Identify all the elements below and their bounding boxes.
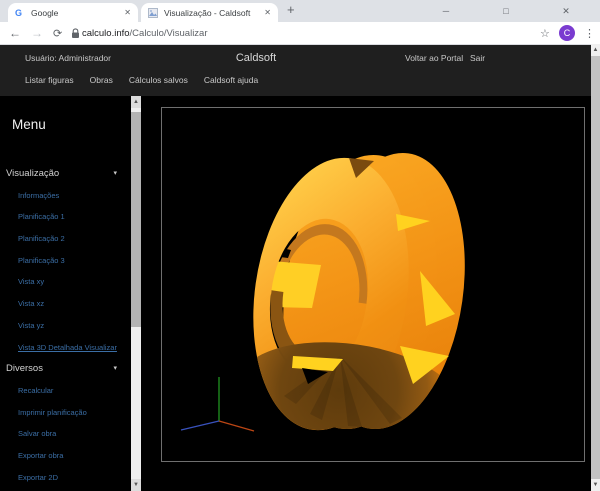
browser-toolbar: ← → ⟳ calculo.info/Calculo/Visualizar ☆ …	[0, 22, 600, 45]
tab-title: Google	[31, 8, 118, 18]
sidebar-item-vista-3d-detalhada[interactable]: Vista 3D Detalhada Visualizar	[0, 337, 131, 359]
tab-bar: G Google ✕ Visualização - Caldsoft ✕ + ─…	[0, 0, 600, 22]
scroll-up-arrow-icon[interactable]: ▲	[591, 44, 600, 56]
sidebar-item-exportar-2d[interactable]: Exportar 2D	[0, 467, 131, 489]
url-path: /Calculo/Visualizar	[130, 28, 208, 39]
sidebar-menu-title: Menu	[12, 117, 46, 132]
scroll-up-arrow-icon[interactable]: ▲	[131, 96, 141, 108]
url-domain: calculo.info	[82, 28, 130, 39]
section-label: Diversos	[6, 363, 43, 374]
scroll-down-arrow-icon[interactable]: ▼	[131, 479, 141, 491]
chevron-down-icon: ▾	[113, 163, 117, 185]
sidebar-item-vista-xy[interactable]: Vista xy	[0, 271, 131, 293]
nav-item-listar-figuras[interactable]: Listar figuras	[25, 75, 74, 85]
axis-triad	[181, 377, 254, 431]
lock-icon	[71, 22, 80, 44]
sidebar-item-imprimir-planificacao[interactable]: Imprimir planificação	[0, 402, 131, 424]
browser-window: G Google ✕ Visualização - Caldsoft ✕ + ─…	[0, 0, 600, 491]
sidebar-section-diversos[interactable]: Diversos ▾	[0, 358, 131, 380]
sidebar-item-recalcular[interactable]: Recalcular	[0, 380, 131, 402]
impeller-3d-render	[162, 108, 584, 461]
browser-menu-dots-icon[interactable]: ⋮	[584, 22, 595, 44]
scroll-down-arrow-icon[interactable]: ▼	[591, 479, 600, 491]
nav-item-obras[interactable]: Obras	[90, 75, 113, 85]
sidebar-scrollbar[interactable]: ▲ ▼	[131, 96, 141, 491]
tab-title: Visualização - Caldsoft	[164, 8, 258, 18]
bookmark-star-icon[interactable]: ☆	[540, 22, 550, 44]
tab-caldsoft[interactable]: Visualização - Caldsoft ✕	[141, 3, 278, 22]
sidebar-item-exportar-obra[interactable]: Exportar obra	[0, 445, 131, 467]
sidebar-menu: Visualização ▾ Informações Planificação …	[0, 163, 131, 488]
tab-google[interactable]: G Google ✕	[8, 3, 138, 22]
address-bar[interactable]: calculo.info/Calculo/Visualizar	[82, 22, 208, 44]
viewport-3d-canvas[interactable]	[161, 107, 585, 462]
new-tab-button[interactable]: +	[287, 2, 295, 17]
forward-button-icon[interactable]: →	[31, 22, 43, 44]
portal-link[interactable]: Voltar ao Portal	[405, 53, 463, 63]
tab-close-icon[interactable]: ✕	[264, 8, 271, 17]
site-header: Usuário: Administrador Caldsoft Voltar a…	[0, 45, 600, 96]
window-minimize-button[interactable]: ─	[438, 0, 454, 22]
window-maximize-button[interactable]: □	[498, 0, 514, 22]
sidebar-item-vista-yz[interactable]: Vista yz	[0, 315, 131, 337]
page-content: Usuário: Administrador Caldsoft Voltar a…	[0, 45, 600, 491]
page-scrollbar-thumb[interactable]	[591, 56, 600, 479]
sidebar-section-visualizacao[interactable]: Visualização ▾	[0, 163, 131, 185]
sidebar-item-informacoes[interactable]: Informações	[0, 185, 131, 207]
top-nav: Listar figuras Obras Cálculos salvos Cal…	[25, 75, 258, 85]
sidebar-item-planificacao-3[interactable]: Planificação 3	[0, 250, 131, 272]
section-label: Visualização	[6, 168, 59, 179]
window-close-button[interactable]: ✕	[558, 0, 574, 22]
caldsoft-favicon-icon	[148, 8, 158, 18]
sidebar-scrollbar-thumb[interactable]	[131, 112, 141, 327]
logout-link[interactable]: Sair	[470, 53, 485, 63]
sidebar-item-salvar-obra[interactable]: Salvar obra	[0, 423, 131, 445]
tab-close-icon[interactable]: ✕	[124, 8, 131, 17]
google-favicon-icon: G	[15, 8, 25, 18]
axis-left-blue	[181, 421, 219, 430]
chevron-down-icon: ▾	[113, 358, 117, 380]
sidebar-item-planificacao-2[interactable]: Planificação 2	[0, 228, 131, 250]
sidebar-item-vista-xz[interactable]: Vista xz	[0, 293, 131, 315]
page-scrollbar[interactable]: ▲ ▼	[591, 44, 600, 491]
nav-item-caldsoft-ajuda[interactable]: Caldsoft ajuda	[204, 75, 258, 85]
axis-right-red	[219, 421, 254, 431]
nav-item-calculos-salvos[interactable]: Cálculos salvos	[129, 75, 188, 85]
sidebar-item-planificacao-1[interactable]: Planificação 1	[0, 206, 131, 228]
profile-avatar[interactable]: C	[559, 25, 575, 41]
reload-button-icon[interactable]: ⟳	[53, 22, 62, 44]
back-button-icon[interactable]: ←	[9, 22, 21, 44]
